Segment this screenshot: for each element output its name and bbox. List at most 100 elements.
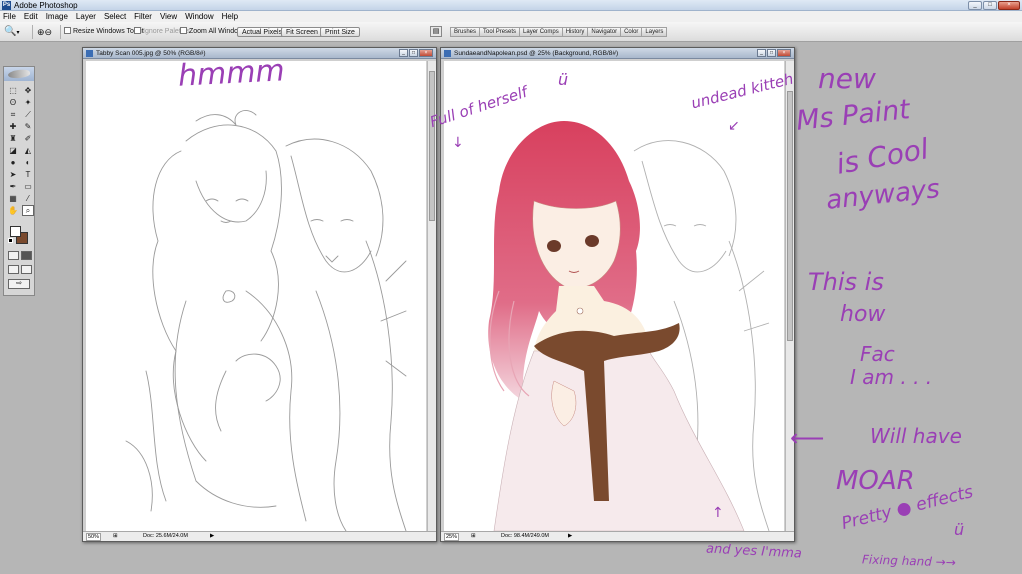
tab-layer-comps[interactable]: Layer Comps: [519, 27, 563, 37]
menu-edit[interactable]: Edit: [24, 11, 38, 22]
status-menu-arrow[interactable]: ▶: [210, 532, 214, 541]
crop-icon[interactable]: ⌗: [7, 109, 19, 120]
clone-stamp-icon[interactable]: ♜: [7, 133, 19, 144]
zoom-in-out-icons[interactable]: ⊕⊖: [37, 26, 52, 38]
annotation-anyways: anyways: [824, 174, 942, 216]
marquee-icon[interactable]: ⬚: [7, 85, 19, 96]
doc-maximize-button[interactable]: □: [409, 49, 418, 57]
status-menu-arrow[interactable]: ▶: [568, 532, 572, 541]
pen-icon[interactable]: ✒: [7, 181, 19, 192]
maximize-button[interactable]: □: [983, 1, 997, 10]
annotation-how: how: [840, 302, 886, 327]
foreground-color-swatch[interactable]: [10, 226, 21, 237]
path-selection-icon[interactable]: ➤: [7, 169, 19, 180]
doc-close-button[interactable]: ×: [777, 49, 791, 57]
resize-windows-checkbox[interactable]: Resize Windows To Fit: [64, 26, 144, 38]
vertical-scrollbar[interactable]: [785, 61, 794, 531]
doc-close-button[interactable]: ×: [419, 49, 433, 57]
photoshop-app-icon: Ps: [2, 1, 11, 10]
quick-mask-icon[interactable]: [21, 251, 32, 260]
full-screen-menu-icon[interactable]: [21, 265, 32, 274]
menu-select[interactable]: Select: [104, 11, 126, 22]
notes-icon[interactable]: ▦: [7, 193, 19, 204]
palette-well: ▤ Brushes Tool Presets Layer Comps Histo…: [426, 24, 1022, 40]
brush-icon[interactable]: ✎: [22, 121, 34, 132]
doc-maximize-button[interactable]: □: [767, 49, 776, 57]
lasso-icon[interactable]: ʘ: [7, 97, 19, 108]
minimize-button[interactable]: _: [968, 1, 982, 10]
annotation-arrow-up-icon: ↑: [712, 505, 724, 521]
sketch-artwork: [125, 110, 407, 531]
slice-icon[interactable]: ⟋: [22, 109, 34, 120]
menu-layer[interactable]: Layer: [76, 11, 96, 22]
actual-pixels-button[interactable]: Actual Pixels: [237, 27, 288, 37]
app-titlebar: Ps Adobe Photoshop _ □ ×: [0, 0, 1022, 11]
zoom-level-field[interactable]: 50%: [86, 533, 102, 541]
annotation-moar: MOAR: [836, 466, 915, 496]
blur-icon[interactable]: ●: [7, 157, 19, 168]
tab-layers[interactable]: Layers: [641, 27, 668, 37]
annotation-smiley-2: ü: [954, 520, 965, 539]
zoom-tool-preset[interactable]: 🔍▾: [4, 25, 28, 39]
tab-color[interactable]: Color: [620, 27, 643, 37]
toolbox-header[interactable]: [4, 67, 34, 81]
annotation-hmm: hmmm: [177, 53, 286, 94]
document-canvas[interactable]: [86, 61, 426, 531]
jump-to-imageready-icon[interactable]: ⇨: [8, 279, 30, 289]
zoom-level-field[interactable]: 25%: [444, 533, 460, 541]
history-brush-icon[interactable]: ✐: [22, 133, 34, 144]
document-window-right[interactable]: SundaeandNapolean.psd @ 25% (Background,…: [440, 47, 795, 542]
healing-brush-icon[interactable]: ✚: [7, 121, 19, 132]
default-colors-icon[interactable]: [8, 238, 13, 243]
standard-screen-icon[interactable]: [8, 265, 19, 274]
scrollbar-thumb[interactable]: [787, 91, 793, 341]
type-icon[interactable]: T: [22, 169, 34, 180]
tab-brushes[interactable]: Brushes: [450, 27, 481, 37]
close-button[interactable]: ×: [998, 1, 1020, 10]
annotation-is-cool: is Cool: [833, 132, 932, 181]
feather-logo-icon: [7, 68, 31, 80]
document-icon: [444, 50, 451, 57]
tab-navigator[interactable]: Navigator: [587, 27, 622, 37]
status-info-icon[interactable]: ⊞: [471, 532, 476, 541]
tab-tool-presets[interactable]: Tool Presets: [479, 27, 521, 37]
doc-minimize-button[interactable]: _: [399, 49, 408, 57]
doc-minimize-button[interactable]: _: [757, 49, 766, 57]
menu-file[interactable]: File: [3, 11, 16, 22]
document-window-controls: _ □ ×: [757, 49, 791, 57]
standard-mode-icon[interactable]: [8, 251, 19, 260]
fit-screen-button[interactable]: Fit Screen: [281, 27, 323, 37]
tab-history[interactable]: History: [561, 27, 589, 37]
menu-image[interactable]: Image: [46, 11, 68, 22]
annotation-ms-paint: Ms Paint: [794, 94, 912, 137]
annotation-fac: Fac: [860, 342, 895, 366]
scrollbar-thumb[interactable]: [429, 71, 435, 221]
eyedropper-icon[interactable]: ⁄: [22, 193, 34, 204]
menu-bar: File Edit Image Layer Select Filter View…: [0, 11, 1022, 22]
print-size-button[interactable]: Print Size: [320, 27, 360, 37]
status-info-icon[interactable]: ⊞: [113, 532, 118, 541]
chevron-down-icon: ▾: [16, 30, 20, 36]
tool-grid: ⬚ ✥ ʘ ✦ ⌗ ⟋ ✚ ✎ ♜ ✐ ◪ ◭ ● ◐ ➤ T ✒ ▭ ▦ ⁄ …: [4, 81, 34, 216]
magic-wand-icon[interactable]: ✦: [22, 97, 34, 108]
toolbar-divider: [32, 25, 33, 39]
document-title: SundaeandNapolean.psd @ 25% (Background,…: [454, 50, 619, 57]
dodge-icon[interactable]: ◐: [22, 157, 34, 168]
menu-filter[interactable]: Filter: [134, 11, 152, 22]
eraser-icon[interactable]: ◪: [7, 145, 19, 156]
zoom-icon[interactable]: ⌕: [22, 205, 34, 216]
document-titlebar[interactable]: SundaeandNapolean.psd @ 25% (Background,…: [441, 48, 794, 59]
vertical-scrollbar[interactable]: [427, 61, 436, 531]
hand-icon[interactable]: ✋: [7, 205, 19, 216]
file-browser-icon[interactable]: ▤: [430, 26, 442, 37]
document-statusbar: 50% ⊞ Doc: 25.6M/24.0M ▶: [83, 531, 436, 541]
menu-view[interactable]: View: [160, 11, 177, 22]
shape-icon[interactable]: ▭: [22, 181, 34, 192]
checkbox-icon: [64, 27, 71, 34]
paint-bucket-icon[interactable]: ◭: [22, 145, 34, 156]
menu-help[interactable]: Help: [222, 11, 238, 22]
document-statusbar: 25% ⊞ Doc: 98.4M/249.0M ▶: [441, 531, 794, 541]
menu-window[interactable]: Window: [185, 11, 213, 22]
document-window-left[interactable]: Tabby Scan 005.jpg @ 50% (RGB/8#) _ □ ×: [82, 47, 437, 542]
move-icon[interactable]: ✥: [22, 85, 34, 96]
